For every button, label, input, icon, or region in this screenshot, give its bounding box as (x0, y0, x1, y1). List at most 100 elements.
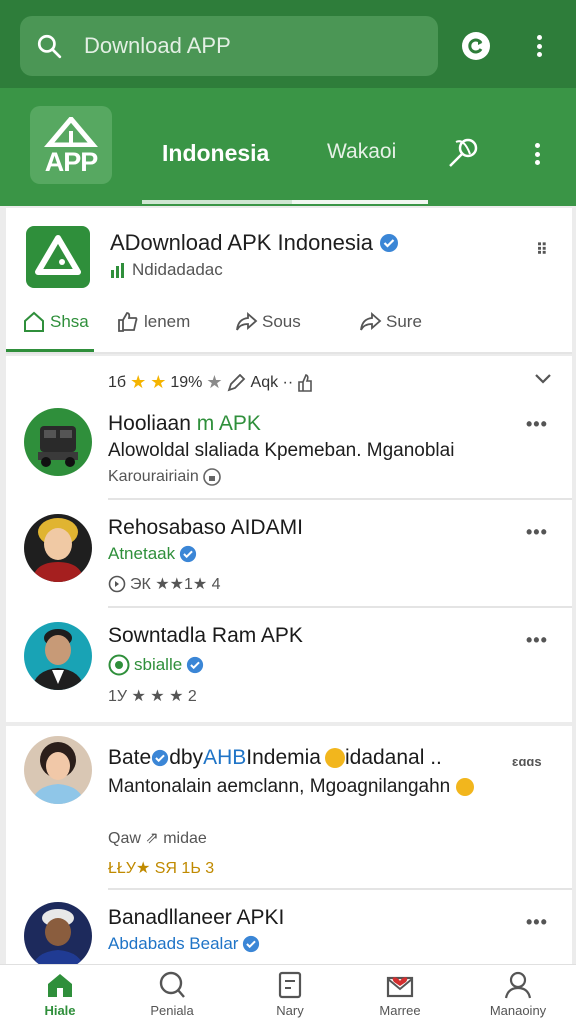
app-logo: APP (30, 106, 112, 184)
avatar[interactable] (24, 408, 92, 476)
app-root: APP Indonesia Wakaoi ADownload APK Indon… (0, 0, 576, 1024)
search-bar[interactable] (20, 16, 438, 76)
item-meta-text: Karourairiain (108, 468, 199, 485)
home-icon (48, 974, 72, 997)
verified-icon (152, 749, 169, 767)
nav-search[interactable]: Peniala (122, 969, 222, 1018)
nav-list-label: Nary (276, 1003, 304, 1018)
app-info-card: ADownload APK Indonesia Ndidadadac ⠿ Shs… (6, 208, 572, 354)
app-subtitle: Ndidadadac (110, 260, 223, 280)
refresh-button[interactable] (462, 32, 490, 60)
list-icon (278, 971, 302, 999)
item-text-value: Mantonalain aemclann, Mgoagnilangahn (108, 776, 451, 797)
more-horiz-icon[interactable]: ••• (526, 414, 548, 435)
bottom-nav: Hiale Peniala Nary Marree Manaoiny (0, 964, 576, 1024)
item-title-highlight: m APK (196, 412, 261, 435)
app-icon[interactable] (26, 226, 90, 288)
header-band: APP Indonesia Wakaoi (0, 88, 576, 206)
search-input[interactable] (84, 33, 384, 59)
nav-home-label: Hiale (44, 1003, 76, 1018)
verified-icon (379, 234, 398, 252)
more-horiz-icon[interactable]: ••• (526, 522, 548, 543)
item-handle-text: Abdabads Bealar (108, 934, 239, 953)
more-horiz-icon[interactable]: ••• (526, 630, 548, 651)
app-triangle-icon (35, 235, 81, 275)
action-forward-label: Sure (386, 312, 422, 331)
robot-avatar-icon (38, 426, 78, 467)
nav-messages[interactable]: Marree (350, 969, 450, 1018)
person-avatar-icon (32, 518, 84, 582)
item-title: Rehosabaso AIDAMI (108, 516, 303, 539)
item-meta: 1У ★ ★ ★ 2 (108, 688, 197, 705)
app-subtitle-text: Ndidadadac (132, 260, 223, 279)
nav-search-label: Peniala (150, 1003, 194, 1018)
item-handle: Abdabads Bealar (108, 934, 260, 954)
tab-indonesia[interactable]: Indonesia (162, 140, 269, 167)
action-row: Shsa lenem Sous Sure (6, 306, 572, 350)
action-forward[interactable]: Sure (358, 310, 422, 334)
verified-icon (243, 935, 260, 953)
nav-messages-label: Marree (379, 1003, 421, 1018)
divider (108, 498, 572, 500)
action-like[interactable]: lenem (116, 310, 190, 334)
nav-home[interactable]: Hiale (10, 969, 110, 1018)
tab-wakaoi[interactable]: Wakaoi (327, 140, 396, 164)
item-text: Mantonalain aemclann, Mgoagnilangahn (108, 776, 475, 798)
logo-triangle-icon (44, 117, 98, 147)
profile-icon (504, 971, 532, 999)
lock-icon (202, 468, 221, 486)
search-icon (159, 971, 185, 998)
chevron-down-icon[interactable] (534, 372, 552, 386)
share-arrow-icon (236, 312, 258, 331)
refresh-icon (468, 38, 483, 54)
verified-icon (180, 545, 197, 563)
mail-heart-icon (386, 976, 414, 998)
more-vert-icon[interactable] (536, 35, 542, 57)
stats-percent: 19% (170, 373, 203, 391)
nav-profile-label: Manaoiny (489, 1003, 547, 1018)
item-text: Alowoldal slaliada Kpemeban. Mganoblai (108, 440, 455, 461)
search-icon (37, 34, 62, 59)
item-handle: Atnetaak (108, 544, 197, 564)
emoji-icon (456, 778, 475, 796)
item-title: Banadllaneer APKI (108, 906, 285, 929)
action-home[interactable]: Shsa (22, 310, 89, 334)
item-title-c: AHB (203, 746, 247, 769)
drag-handle-icon[interactable]: ⠿ (536, 240, 549, 260)
item-rating: ŁŁУ★ ЅЯ 1Ь 3 (108, 860, 215, 877)
item-meta: Karourairiain (108, 468, 221, 486)
more-horiz-icon[interactable]: ••• (526, 912, 548, 933)
header-more-icon[interactable] (534, 143, 540, 165)
stats-row: 1б ★ ★ 19% ★ Aqk ·· (108, 372, 313, 393)
item-title-d: Indemia (246, 746, 321, 769)
item-title-prefix: Hooliaan (108, 412, 197, 435)
person-avatar-icon (32, 909, 84, 970)
play-circle-icon (108, 654, 130, 676)
item-handle-text: Atnetaak (108, 544, 176, 563)
chart-icon (111, 263, 124, 278)
avatar[interactable] (24, 514, 92, 582)
item-title: Sowntadla Ram APK (108, 624, 303, 647)
divider (6, 352, 572, 354)
tab-active-indicator (142, 200, 292, 204)
thumbs-up-icon (118, 312, 138, 332)
action-home-label: Shsa (50, 312, 89, 331)
item-title-a: Bate (108, 746, 152, 769)
more-horiz-icon[interactable]: ɛɑɑs (512, 754, 542, 769)
avatar[interactable] (24, 736, 92, 804)
bookmark-icon (298, 373, 312, 392)
item-handle-text: sbialle (134, 655, 183, 674)
divider (108, 606, 572, 608)
home-outline-icon (24, 311, 44, 332)
action-like-label: lenem (144, 312, 191, 331)
pin-tool-icon[interactable] (446, 136, 482, 168)
item-title: Hooliaan m APK (108, 412, 261, 436)
nav-profile[interactable]: Manaoiny (468, 969, 568, 1018)
avatar[interactable] (24, 622, 92, 690)
action-share[interactable]: Sous (234, 310, 301, 334)
app-title: ADownload APK Indonesia (110, 230, 399, 256)
logo-text: APP (44, 147, 99, 177)
person-avatar-icon (32, 629, 84, 690)
avatar[interactable] (24, 902, 92, 970)
nav-list[interactable]: Nary (240, 969, 340, 1018)
